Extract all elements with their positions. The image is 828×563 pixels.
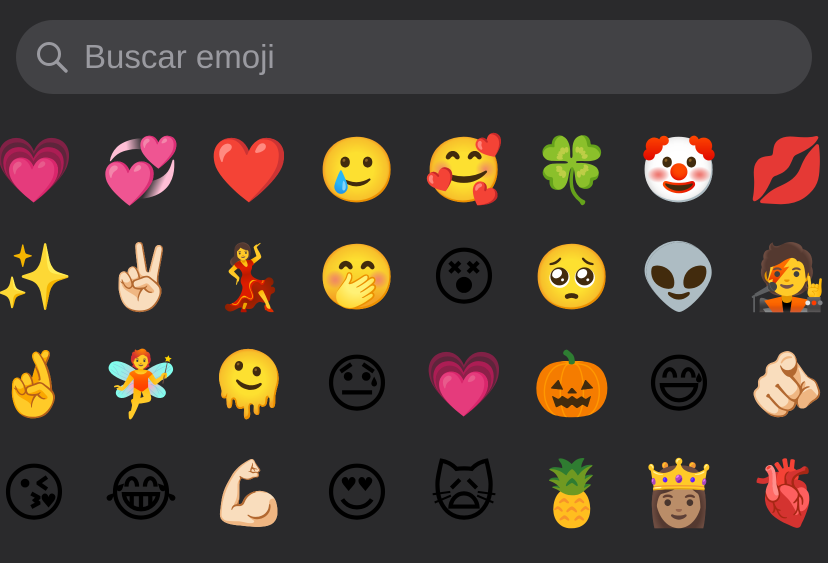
anatomical-heart-emoji[interactable]: 🫀 [737, 444, 828, 544]
weary-cat-emoji[interactable]: 🙀 [414, 444, 514, 544]
emoji-glyph: 🥰 [424, 134, 504, 208]
emoji-glyph: 🙀 [430, 457, 498, 531]
backhand-index-pointing-at-viewer-emoji[interactable]: 🫵🏻 [737, 335, 828, 435]
revolving-hearts-emoji[interactable]: 💞 [91, 121, 191, 221]
flexed-biceps-emoji[interactable]: 💪🏻 [199, 444, 299, 544]
clown-face-emoji[interactable]: 🤡 [629, 121, 729, 221]
beating-heart-emoji[interactable]: 💗 [0, 121, 84, 221]
emoji-grid: 💗 💞 ❤️ 🥲 🥰 🍀 🤡 💋 ✨ ✌🏻 💃 🤭 😵 🥺 👽 🧑‍🎤 🤞 🧚 🫠 😓 💗 🎃 😅 🫵🏻 😘 😂 💪🏻 😍 🙀 🍍 👸🏽 🫀 [0, 114, 828, 563]
smiling-face-with-hearts-emoji[interactable]: 🥰 [414, 121, 514, 221]
face-blowing-a-kiss-emoji[interactable]: 😘 [0, 444, 84, 544]
fairy-emoji[interactable]: 🧚 [91, 335, 191, 435]
emoji-glyph: 💗 [424, 348, 504, 422]
emoji-glyph: 💪🏻 [209, 457, 289, 531]
emoji-glyph: 🧑‍🎤 [747, 241, 827, 315]
emoji-glyph: 💃 [209, 241, 289, 315]
pleading-face-emoji[interactable]: 🥺 [522, 228, 622, 328]
face-with-tears-of-joy-emoji[interactable]: 😂 [91, 444, 191, 544]
emoji-glyph: 🫠 [209, 348, 289, 422]
grinning-face-with-sweat-emoji[interactable]: 😅 [629, 335, 729, 435]
emoji-glyph: 🤭 [317, 241, 397, 315]
emoji-glyph: 💗 [0, 134, 74, 208]
emoji-glyph: ✨ [0, 241, 74, 315]
memoji-peace-emoji[interactable]: 🤞 [0, 335, 84, 435]
smiling-face-with-heart-eyes-emoji[interactable]: 😍 [307, 444, 407, 544]
emoji-glyph: 🫵🏻 [747, 348, 827, 422]
red-heart-emoji[interactable]: ❤️ [199, 121, 299, 221]
emoji-glyph: 🤞 [0, 348, 74, 422]
emoji-glyph: 🥲 [317, 134, 397, 208]
emoji-glyph: ❤️ [209, 134, 289, 208]
emoji-glyph: 🍍 [532, 457, 612, 531]
melting-face-emoji[interactable]: 🫠 [199, 335, 299, 435]
emoji-glyph: 👽 [639, 241, 719, 315]
face-holding-back-tears-emoji[interactable]: 🥲 [307, 121, 407, 221]
emoji-glyph: 💋 [747, 134, 827, 208]
emoji-glyph: 😂 [103, 457, 179, 531]
emoji-glyph: 🥺 [532, 241, 612, 315]
emoji-glyph: 😘 [0, 457, 68, 531]
emoji-glyph: 👸🏽 [639, 457, 719, 531]
emoji-glyph: 🎃 [532, 348, 612, 422]
emoji-glyph: 🫀 [747, 457, 827, 531]
emoji-glyph: 💞 [101, 134, 181, 208]
alien-emoji[interactable]: 👽 [629, 228, 729, 328]
singer-emoji[interactable]: 🧑‍🎤 [737, 228, 828, 328]
victory-hand-emoji[interactable]: ✌🏻 [91, 228, 191, 328]
kiss-mark-emoji[interactable]: 💋 [737, 121, 828, 221]
downcast-face-with-sweat-emoji[interactable]: 😓 [307, 335, 407, 435]
search-icon [34, 39, 70, 75]
emoji-search-bar[interactable] [16, 20, 812, 94]
woman-dancing-emoji[interactable]: 💃 [199, 228, 299, 328]
face-with-hand-over-mouth-emoji[interactable]: 🤭 [307, 228, 407, 328]
emoji-glyph: 😅 [645, 348, 713, 422]
emoji-glyph: 🧚 [101, 348, 181, 422]
emoji-glyph: 🤡 [639, 134, 719, 208]
emoji-search-input[interactable] [84, 27, 812, 87]
sparkles-emoji[interactable]: ✨ [0, 228, 84, 328]
emoji-glyph: ✌🏻 [101, 241, 181, 315]
four-leaf-clover-emoji[interactable]: 🍀 [522, 121, 622, 221]
emoji-keyboard: 💗 💞 ❤️ 🥲 🥰 🍀 🤡 💋 ✨ ✌🏻 💃 🤭 😵 🥺 👽 🧑‍🎤 🤞 🧚 🫠 😓 💗 🎃 😅 🫵🏻 😘 😂 💪🏻 😍 🙀 🍍 👸🏽 🫀 [0, 0, 828, 563]
pineapple-emoji[interactable]: 🍍 [522, 444, 622, 544]
emoji-glyph: 😓 [323, 348, 391, 422]
face-with-crossed-out-eyes-emoji[interactable]: 😵 [414, 228, 514, 328]
emoji-glyph: 😍 [323, 457, 391, 531]
emoji-glyph: 😵 [430, 241, 498, 315]
growing-heart-emoji[interactable]: 💗 [414, 335, 514, 435]
person-with-crown-emoji[interactable]: 👸🏽 [629, 444, 729, 544]
emoji-glyph: 🍀 [532, 134, 612, 208]
jack-o-lantern-emoji[interactable]: 🎃 [522, 335, 622, 435]
